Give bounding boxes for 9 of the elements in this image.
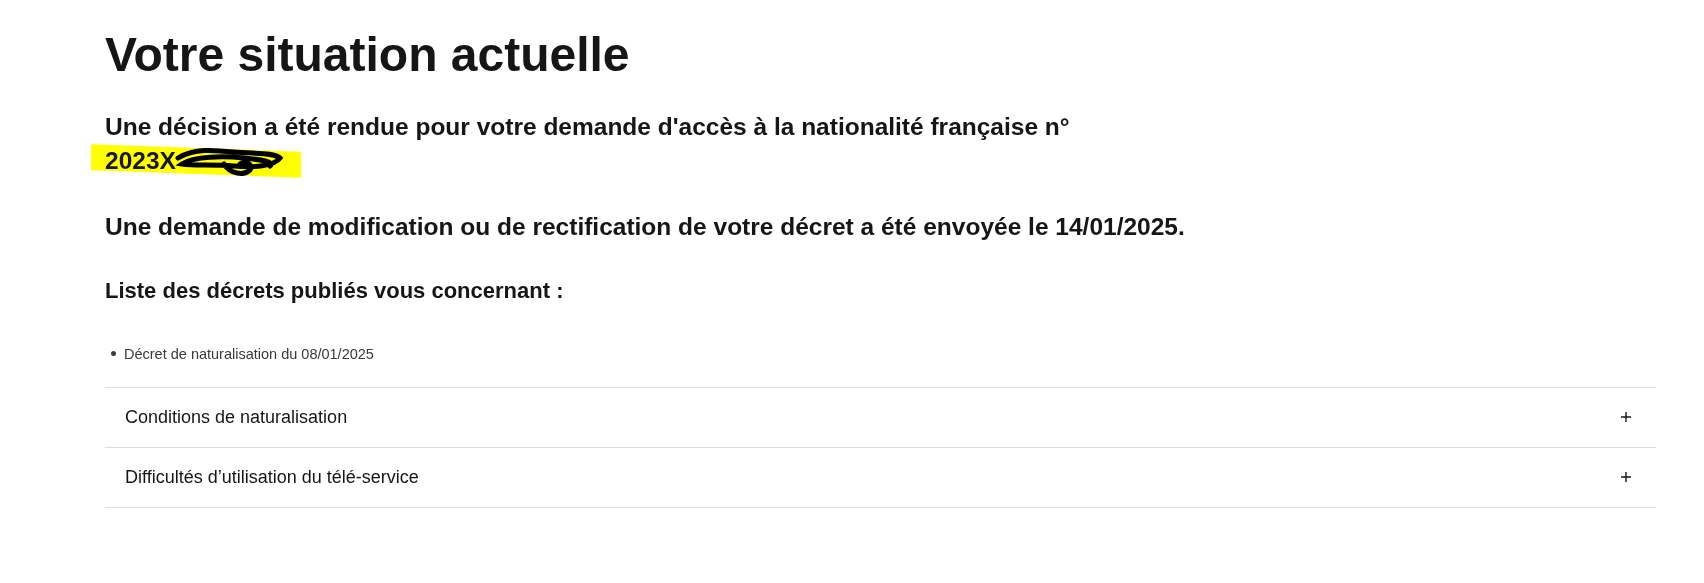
plus-icon xyxy=(1620,471,1632,484)
decree-item: Décret de naturalisation du 08/01/2025 xyxy=(124,345,374,362)
application-number: 2023X xyxy=(105,145,176,176)
plus-icon xyxy=(1620,411,1632,424)
page-title: Votre situation actuelle xyxy=(105,27,631,83)
request-notice: Une demande de modification ou de rectification de votre décret a été envoyée le 14/01/2025. xyxy=(105,211,1185,242)
decrees-heading: Liste des décrets publiés vous concernant : xyxy=(105,276,565,305)
bullet-icon xyxy=(111,351,116,357)
decision-text: Une décision a été rendue pour votre demande d'accès à la nationalité française n° xyxy=(105,111,1071,142)
